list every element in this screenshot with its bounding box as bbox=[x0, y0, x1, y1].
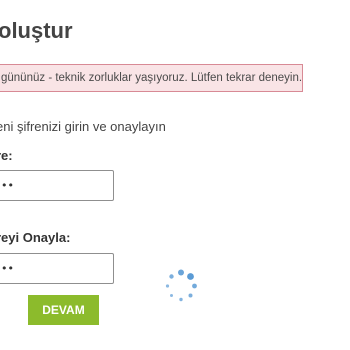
spinner-dot bbox=[178, 269, 184, 276]
spinner-dot bbox=[188, 293, 193, 298]
error-message: gününüz - teknik zorluklar yaşıyoruz. Lü… bbox=[1, 72, 303, 84]
error-alert: gününüz - teknik zorluklar yaşıyoruz. Lü… bbox=[0, 64, 303, 92]
page-title: oluştur bbox=[0, 18, 73, 43]
spinner-dot bbox=[192, 283, 197, 289]
spinner-dot bbox=[170, 294, 173, 297]
spinner-dot bbox=[165, 284, 170, 288]
spinner-dot bbox=[187, 273, 194, 280]
spinner-dot bbox=[169, 274, 174, 279]
spinner-dot bbox=[179, 297, 183, 302]
spinner-icon bbox=[165, 269, 197, 302]
new-password-label: re: bbox=[0, 148, 13, 163]
continue-button[interactable]: DEVAM bbox=[28, 295, 99, 325]
confirm-password-input[interactable]: •• bbox=[0, 253, 114, 284]
new-password-input[interactable]: •• bbox=[0, 170, 114, 201]
confirm-password-label: reyi Onayla: bbox=[0, 230, 71, 245]
instruction-text: eni şifrenizi girin ve onaylayın bbox=[0, 119, 166, 134]
